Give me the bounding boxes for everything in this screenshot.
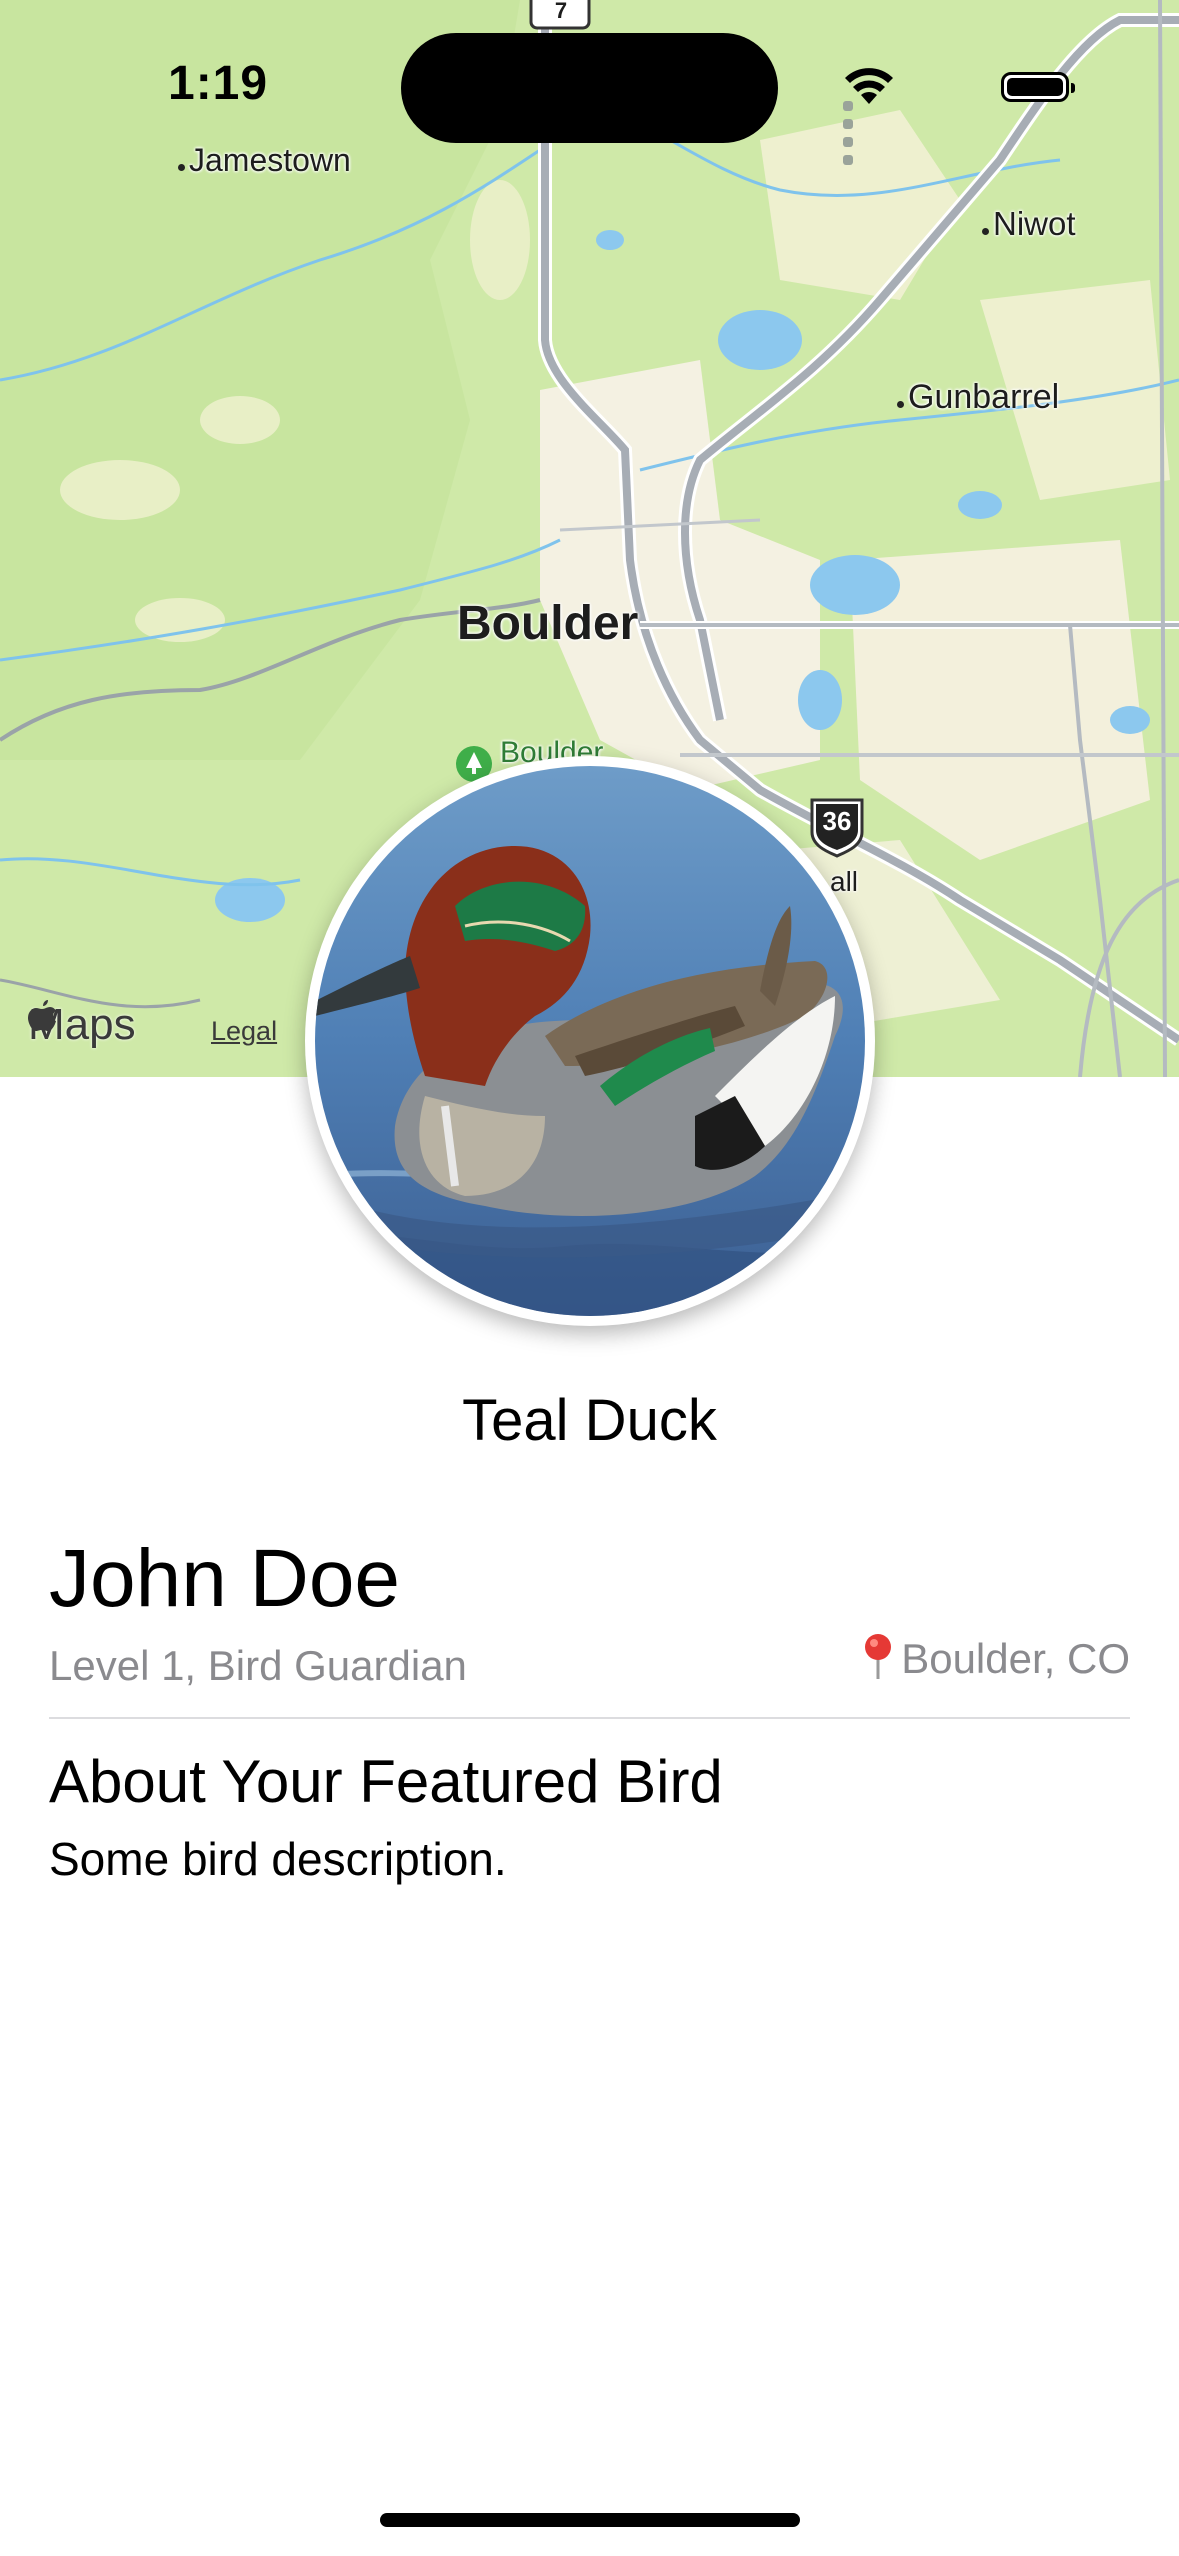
dynamic-island xyxy=(401,33,778,143)
section-divider xyxy=(49,1717,1130,1719)
profile-name: John Doe xyxy=(49,1533,401,1624)
profile-location: Boulder, CO xyxy=(863,1633,1130,1683)
featured-bird-name: Teal Duck xyxy=(462,1388,717,1453)
place-name: Gunbarrel xyxy=(908,378,1060,416)
wifi-icon xyxy=(845,68,893,104)
teal-duck-image xyxy=(315,766,865,1316)
route-7-shield-label: 7 xyxy=(554,0,568,23)
place-dot-icon xyxy=(982,228,989,235)
featured-bird-photo[interactable] xyxy=(305,756,875,1326)
map-pin-icon xyxy=(865,1634,892,1679)
place-name: Jamestown xyxy=(189,142,351,178)
home-indicator[interactable] xyxy=(380,2513,800,2527)
about-section-title: About Your Featured Bird xyxy=(49,1748,723,1815)
apple-maps-attribution[interactable]: Maps xyxy=(28,1000,136,1050)
legal-link[interactable]: Legal xyxy=(211,1016,277,1047)
profile-level: Level 1, Bird Guardian xyxy=(49,1642,467,1689)
place-label-boulder[interactable]: Boulder xyxy=(457,596,638,651)
place-label-jamestown[interactable]: Jamestown xyxy=(178,142,351,179)
cellular-signal-icon xyxy=(843,98,857,170)
place-label-niwot[interactable]: Niwot xyxy=(982,205,1076,243)
place-dot-icon xyxy=(178,164,185,171)
battery-icon xyxy=(1001,72,1075,102)
about-section-description: Some bird description. xyxy=(49,1833,507,1885)
apple-logo-icon xyxy=(28,1000,56,1031)
status-time: 1:19 xyxy=(168,57,269,110)
place-name: Niwot xyxy=(993,205,1076,242)
place-label-gunbarrel[interactable]: Gunbarrel xyxy=(897,378,1059,417)
place-dot-icon xyxy=(897,401,904,408)
location-text: Boulder, CO xyxy=(901,1635,1130,1682)
